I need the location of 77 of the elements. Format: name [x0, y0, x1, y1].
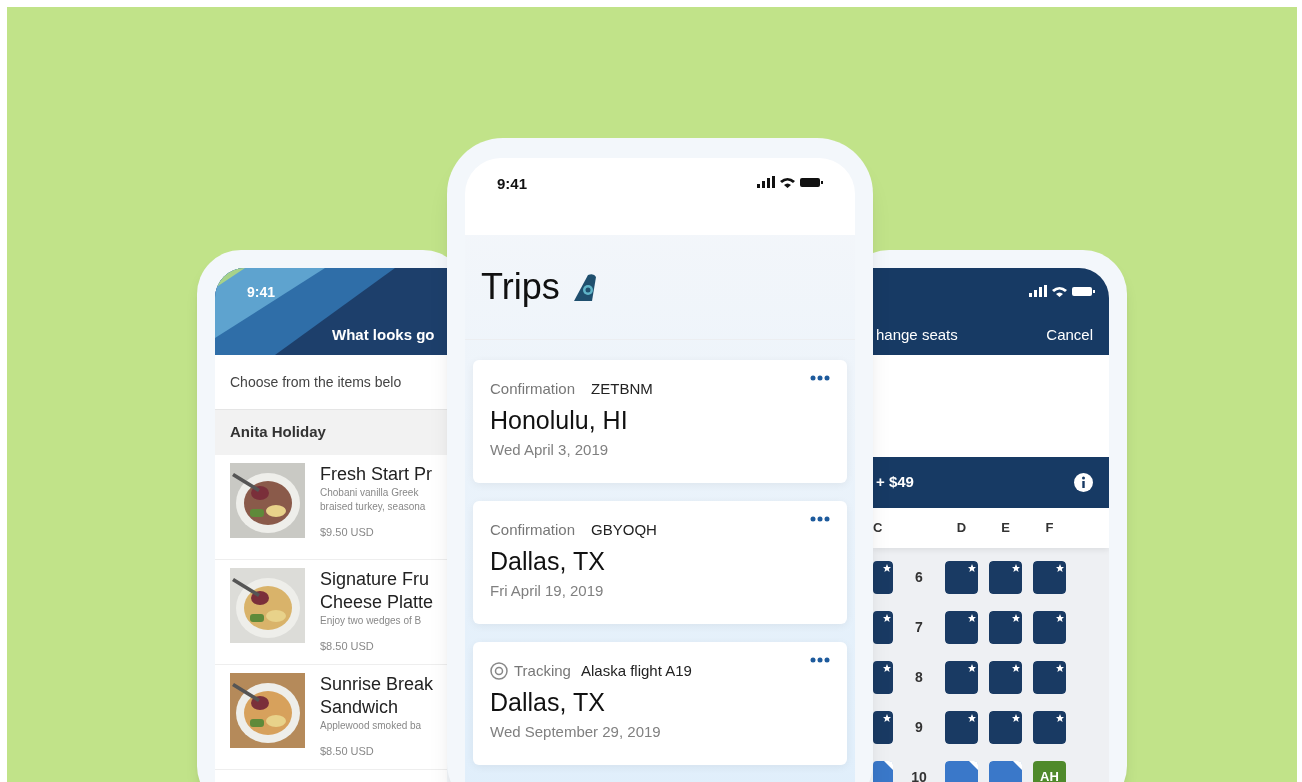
row-number: 6: [914, 567, 924, 587]
seat-button[interactable]: [1033, 660, 1066, 694]
trip-reference: Alaska flight A19: [580, 661, 692, 681]
item-description: braised turkey, seasona: [320, 500, 427, 514]
info-icon[interactable]: [1074, 473, 1093, 492]
section-title: Anita Holiday: [230, 422, 326, 443]
seat-button[interactable]: [1033, 710, 1066, 744]
page-title: Trips: [481, 265, 560, 309]
tail-fin-icon: [571, 273, 598, 301]
column-letter: C: [873, 519, 884, 538]
row-number: 8: [914, 667, 924, 687]
seat-button[interactable]: [945, 710, 978, 744]
wifi-icon: [1052, 285, 1067, 297]
seat-button[interactable]: [989, 710, 1022, 744]
trip-date: Wed September 29, 2019: [490, 721, 662, 742]
item-title: Sunrise Break: [320, 673, 434, 696]
seat-button[interactable]: AH: [1033, 760, 1066, 782]
item-price: $9.50 USD: [320, 525, 375, 540]
row-number: 7: [914, 617, 924, 637]
trip-card[interactable]: Confirmation GBYOQH Dallas, TX Fri April 19, 2019: [473, 501, 847, 624]
header-title: What looks go: [332, 325, 435, 345]
trip-reference: ZETBNM: [591, 379, 653, 399]
trip-date: Wed April 3, 2019: [490, 439, 610, 460]
item-description: Applewood smoked ba: [320, 719, 423, 733]
more-icon[interactable]: [810, 516, 830, 522]
more-icon[interactable]: [810, 375, 830, 381]
trip-label: Tracking: [514, 661, 571, 681]
intro-text: Choose from the items belo: [230, 372, 402, 392]
trip-city: Dallas, TX: [490, 545, 606, 577]
trip-card[interactable]: Tracking Alaska flight A19 Dallas, TX Wed September 29, 2019: [473, 642, 847, 765]
item-title: Sandwich: [320, 696, 400, 719]
seat-button[interactable]: [873, 560, 893, 594]
seat-button[interactable]: [989, 610, 1022, 644]
trip-reference: GBYOQH: [591, 520, 657, 540]
trip-date: Fri April 19, 2019: [490, 580, 605, 601]
column-letter: D: [955, 519, 968, 538]
header-title: hange seats: [876, 325, 958, 345]
signal-icon: [757, 176, 775, 188]
seat-button[interactable]: [945, 660, 978, 694]
menu-item[interactable]: Signature Fru Cheese Platte Enjoy two wedges of B $8.50 USD: [215, 560, 447, 665]
row-number: 9: [914, 717, 924, 737]
status-time: 9:41: [497, 174, 528, 194]
seat-button[interactable]: [873, 610, 893, 644]
fare-price: + $49: [876, 472, 914, 493]
column-letter: E: [1000, 519, 1011, 538]
seat-button[interactable]: [989, 560, 1022, 594]
seat-button[interactable]: [1033, 560, 1066, 594]
trip-city: Honolulu, HI: [490, 404, 629, 436]
seat-button[interactable]: [873, 710, 893, 744]
row-number: 10: [910, 767, 928, 782]
trip-card[interactable]: Confirmation ZETBNM Honolulu, HI Wed April 3, 2019: [473, 360, 847, 483]
item-title: Signature Fru: [320, 568, 431, 591]
item-price: $8.50 USD: [320, 744, 375, 759]
trip-city: Dallas, TX: [490, 686, 606, 718]
seat-button[interactable]: [945, 610, 978, 644]
item-description: Enjoy two wedges of B: [320, 614, 423, 628]
status-time: 9:41: [247, 283, 276, 302]
item-price: $8.50 USD: [320, 639, 375, 654]
battery-icon: [1072, 286, 1095, 296]
seat-button[interactable]: [873, 660, 893, 694]
signal-icon: [1029, 285, 1047, 297]
cancel-button[interactable]: Cancel: [1046, 324, 1093, 347]
target-icon: [490, 662, 508, 681]
item-title: Cheese Platte: [320, 591, 434, 614]
battery-icon: [800, 177, 823, 187]
more-icon[interactable]: [810, 657, 830, 663]
menu-item[interactable]: Sunrise Break Sandwich Applewood smoked ba $8.50 USD: [215, 665, 447, 770]
trip-label: Confirmation: [490, 379, 576, 399]
trip-label: Confirmation: [490, 520, 576, 540]
item-description: Chobani vanilla Greek: [320, 486, 420, 500]
wifi-icon: [780, 176, 795, 188]
item-title: Fresh Start Pr: [320, 463, 433, 486]
seat-button[interactable]: [989, 660, 1022, 694]
seat-button[interactable]: [945, 560, 978, 594]
column-letter: F: [1044, 519, 1055, 538]
seat-button[interactable]: [1033, 610, 1066, 644]
menu-item[interactable]: Fresh Start Pr Chobani vanilla Greek braised turkey, seasona $9.50 USD: [215, 455, 447, 560]
